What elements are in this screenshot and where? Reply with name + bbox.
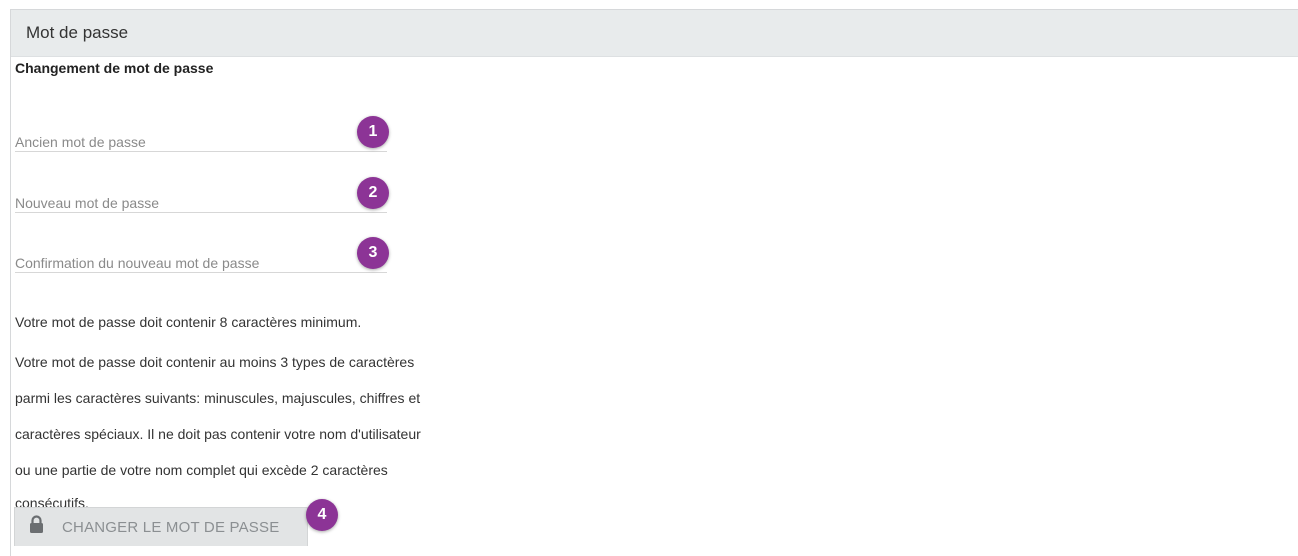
lock-icon	[29, 515, 44, 539]
rule-line: parmi les caractères suivants: minuscule…	[15, 390, 421, 406]
annotation-badge-2: 2	[357, 177, 389, 209]
annotation-badge-4: 4	[306, 499, 338, 531]
change-password-label: CHANGER LE MOT DE PASSE	[62, 518, 280, 536]
old-password-input[interactable]	[15, 120, 387, 157]
change-password-button[interactable]: CHANGER LE MOT DE PASSE	[14, 507, 308, 546]
old-password-field	[15, 120, 387, 157]
annotation-badge-3: 3	[357, 237, 389, 269]
section-subtitle: Changement de mot de passe	[15, 60, 214, 76]
new-password-input[interactable]	[15, 181, 387, 218]
rule-line: caractères spéciaux. Il ne doit pas cont…	[15, 426, 421, 442]
panel-header: Mot de passe	[11, 10, 1298, 57]
min-length-rule: Votre mot de passe doit contenir 8 carac…	[15, 314, 362, 330]
annotation-badge-1: 1	[357, 116, 389, 148]
rule-line: Votre mot de passe doit contenir au moin…	[15, 354, 415, 370]
confirm-password-input[interactable]	[15, 241, 387, 278]
panel-title: Mot de passe	[26, 23, 129, 42]
confirm-password-field	[15, 241, 387, 278]
new-password-field	[15, 181, 387, 218]
rule-line: ou une partie de votre nom complet qui e…	[15, 462, 388, 478]
